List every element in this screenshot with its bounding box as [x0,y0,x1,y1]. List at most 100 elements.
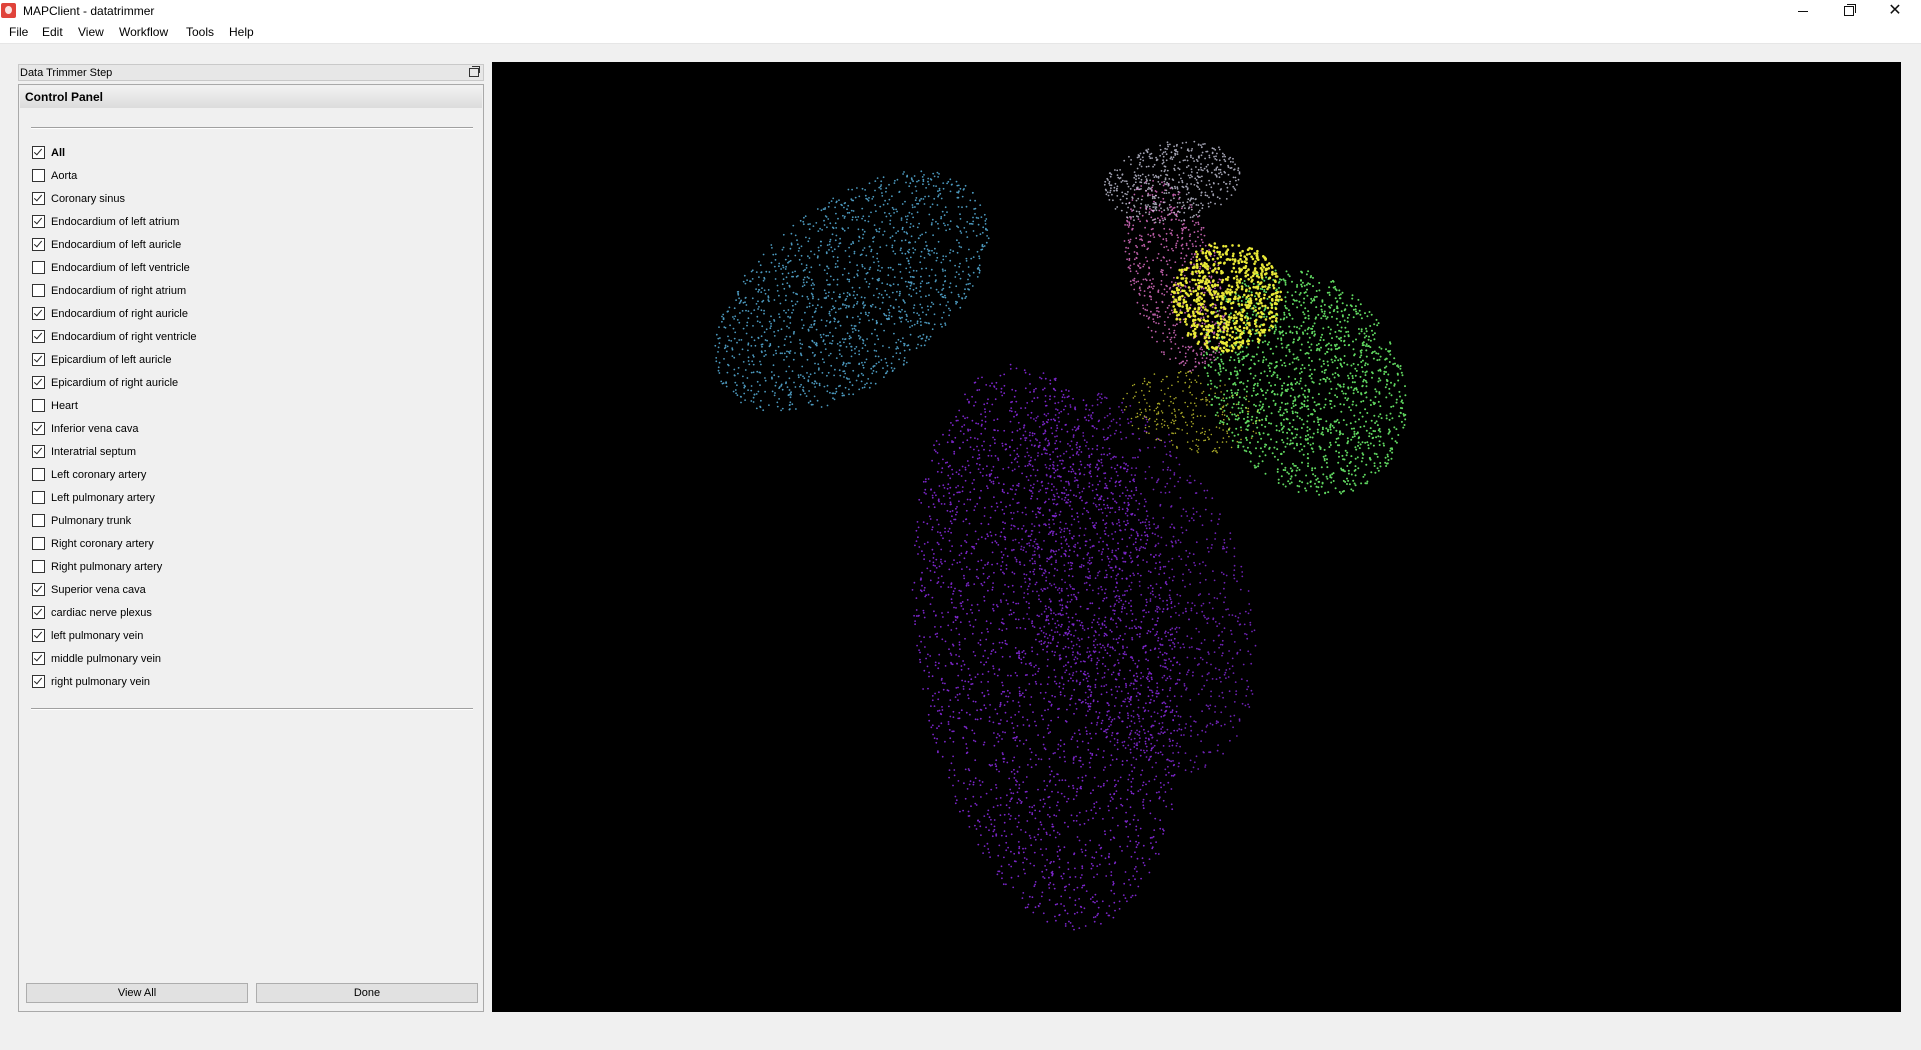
checkbox[interactable] [32,261,45,274]
checkbox-row[interactable]: Endocardium of left auricle [32,233,197,256]
checkbox[interactable] [32,215,45,228]
checkbox-row[interactable]: Endocardium of right ventricle [32,325,197,348]
checkbox-label: right pulmonary vein [51,675,151,688]
checkbox-label: Aorta [51,169,78,182]
checkbox[interactable] [32,169,45,182]
blue-region [714,170,990,412]
checkbox-row[interactable]: All [32,141,197,164]
checkbox-label: left pulmonary vein [51,629,144,642]
checkbox-row[interactable]: Epicardium of right auricle [32,371,197,394]
menu-file[interactable]: File [7,25,30,39]
checkbox-row[interactable]: Superior vena cava [32,578,197,601]
3d-viewport[interactable] [492,62,1901,1012]
checkbox-label: Right coronary artery [51,537,154,550]
checkbox[interactable] [32,238,45,251]
checkbox-row[interactable]: Coronary sinus [32,187,197,210]
dock-title: Data Trimmer Step [20,67,113,79]
checkbox[interactable] [32,675,45,688]
checkbox[interactable] [32,307,45,320]
checkbox-row[interactable]: left pulmonary vein [32,624,197,647]
checkbox-row[interactable]: Endocardium of right auricle [32,302,197,325]
dock-title-bar[interactable]: Data Trimmer Step [18,64,484,81]
checkbox-row[interactable]: Left coronary artery [32,463,197,486]
menu-view[interactable]: View [76,25,106,39]
checkbox[interactable] [32,399,45,412]
checkbox-label: Endocardium of right auricle [51,307,188,320]
checkbox-row[interactable]: Aorta [32,164,197,187]
app-icon [1,3,16,18]
checkbox-row[interactable]: Epicardium of left auricle [32,348,197,371]
checkbox-label: Endocardium of left auricle [51,238,182,251]
checkbox[interactable] [32,353,45,366]
checkbox-row[interactable]: cardiac nerve plexus [32,601,197,624]
checkbox-row[interactable]: right pulmonary vein [32,670,197,693]
checkbox[interactable] [32,537,45,550]
checkbox-label: Endocardium of left atrium [51,215,180,228]
checkbox-label: Inferior vena cava [51,422,139,435]
restore-button[interactable] [1826,0,1872,22]
checkbox[interactable] [32,583,45,596]
checkbox-label: Endocardium of left ventricle [51,261,190,274]
checkbox-row[interactable]: Left pulmonary artery [32,486,197,509]
menu-edit[interactable]: Edit [40,25,65,39]
pink-region [1123,180,1226,373]
checkbox-label: Interatrial septum [51,445,136,458]
checkbox[interactable] [32,330,45,343]
float-icon[interactable] [469,66,480,77]
restore-icon [1844,4,1856,16]
checkbox[interactable] [32,192,45,205]
menu-bar: File Edit View Workflow Tools Help [0,22,1921,44]
close-icon: ✕ [1888,2,1902,19]
checkbox[interactable] [32,560,45,573]
control-panel: Control Panel All Aorta Coronary sinus Endo… [18,84,484,1012]
checkbox-row[interactable]: middle pulmonary vein [32,647,197,670]
checkbox-label: Endocardium of right atrium [51,284,187,297]
checkbox-label: Heart [51,399,78,412]
checkbox-label: Epicardium of right auricle [51,376,179,389]
close-button[interactable]: ✕ [1872,0,1918,22]
checkbox-label: cardiac nerve plexus [51,606,152,619]
checkbox[interactable] [32,468,45,481]
checkbox-row[interactable]: Inferior vena cava [32,417,197,440]
checkbox-label: Endocardium of right ventricle [51,330,197,343]
checkbox[interactable] [32,376,45,389]
bottom-separator [31,708,473,710]
checkbox-row[interactable]: Right pulmonary artery [32,555,197,578]
yellow-region [1171,242,1283,353]
window-title: MAPClient - datatrimmer [23,4,155,18]
checkbox-row[interactable]: Heart [32,394,197,417]
group-checkbox-list: All Aorta Coronary sinus Endocardium of lef… [32,141,197,693]
menu-workflow[interactable]: Workflow [117,25,170,39]
checkbox[interactable] [32,491,45,504]
checkbox[interactable] [32,284,45,297]
checkbox-label: All [51,146,66,159]
top-separator [31,127,473,129]
menu-tools[interactable]: Tools [184,25,216,39]
checkbox-row[interactable]: Pulmonary trunk [32,509,197,532]
done-button[interactable]: Done [256,983,478,1003]
checkbox[interactable] [32,422,45,435]
checkbox-label: Coronary sinus [51,192,125,205]
minimize-button[interactable] [1780,0,1826,22]
checkbox-label: Left pulmonary artery [51,491,155,504]
checkbox[interactable] [32,146,45,159]
purple-region [1010,392,1257,773]
checkbox-row[interactable]: Interatrial septum [32,440,197,463]
checkbox-label: Epicardium of left auricle [51,353,172,366]
view-all-button[interactable]: View All [26,983,248,1003]
checkbox-label: middle pulmonary vein [51,652,162,665]
checkbox-row[interactable]: Right coronary artery [32,532,197,555]
checkbox-label: Pulmonary trunk [51,514,132,527]
checkbox[interactable] [32,445,45,458]
checkbox-row[interactable]: Endocardium of left atrium [32,210,197,233]
control-panel-header[interactable]: Control Panel [20,86,482,108]
checkbox[interactable] [32,652,45,665]
checkbox[interactable] [32,514,45,527]
purple-region [911,363,1183,931]
menu-help[interactable]: Help [227,25,256,39]
white-region [1103,140,1241,224]
checkbox[interactable] [32,606,45,619]
checkbox-row[interactable]: Endocardium of left ventricle [32,256,197,279]
checkbox[interactable] [32,629,45,642]
checkbox-row[interactable]: Endocardium of right atrium [32,279,197,302]
